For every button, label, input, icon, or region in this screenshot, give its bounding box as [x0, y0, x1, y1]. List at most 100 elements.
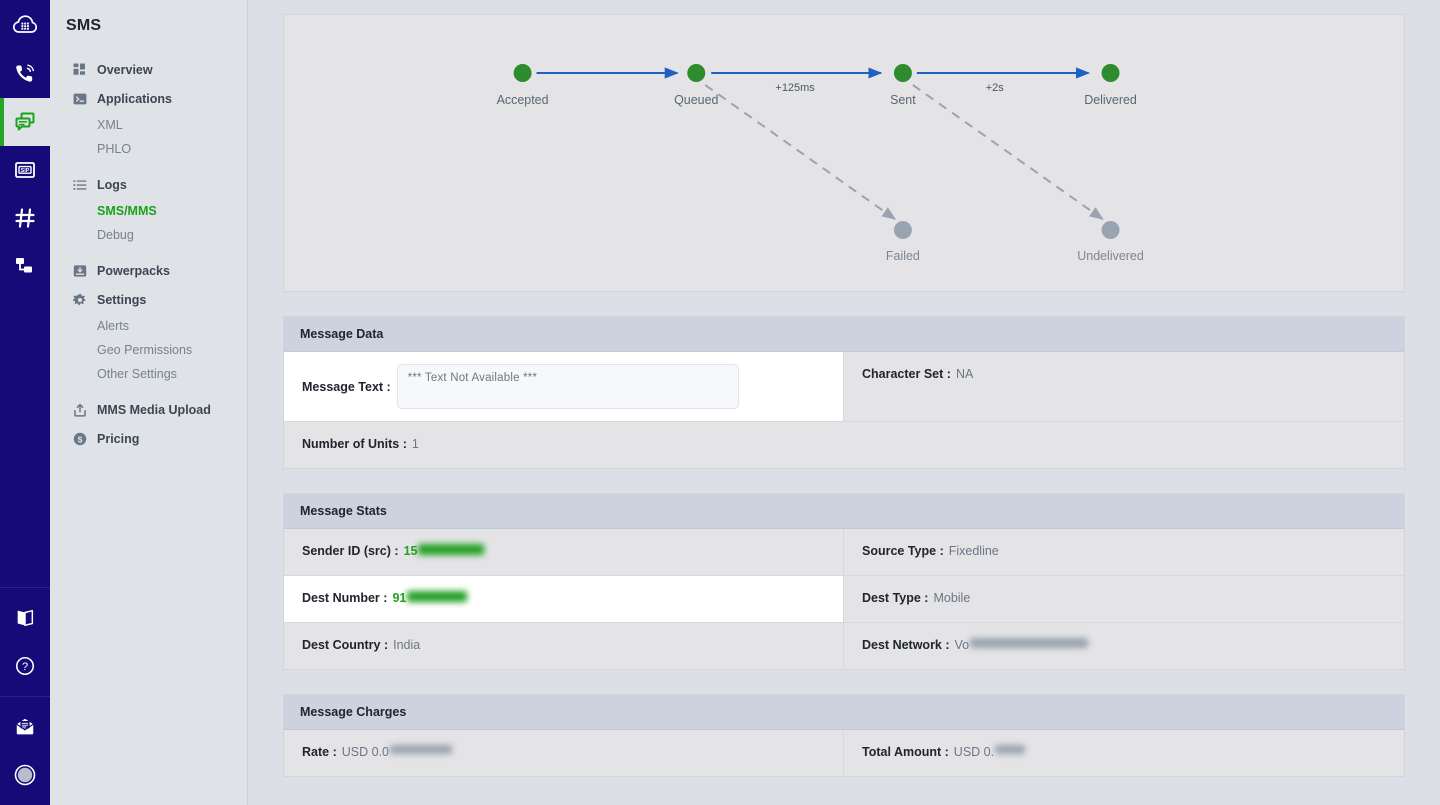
node-sent[interactable] — [893, 64, 912, 82]
number-of-units-value: 1 — [411, 437, 419, 451]
sidebar-subitem-geo-permissions[interactable]: Geo Permissions — [50, 338, 247, 362]
rail-item-voice[interactable] — [0, 50, 50, 98]
message-text-cell: Message Text : — [284, 352, 844, 421]
dest-network-redaction — [970, 638, 1089, 648]
message-charges-panel: Message Charges Rate : USD 0.0 Total Amo… — [283, 694, 1405, 777]
sidebar-subitem-alerts[interactable]: Alerts — [50, 314, 247, 338]
sender-id-cell: Sender ID (src) : 15 — [284, 529, 844, 575]
sender-id-value: 15 — [403, 544, 418, 558]
app-root: SIP ? SMS Overview Applications XML PHLO… — [0, 0, 1440, 805]
dest-network-cell: Dest Network : Vo — [844, 623, 1404, 669]
sip-trunk-icon: SIP — [13, 158, 37, 182]
rail-item-numbers[interactable] — [0, 194, 50, 242]
dest-number-value: 91 — [392, 591, 407, 605]
table-row: Message Text : Character Set : NA — [284, 352, 1404, 422]
node-delivered[interactable] — [1101, 64, 1120, 82]
dest-number-redaction — [407, 591, 468, 602]
rail-item-help[interactable]: ? — [0, 642, 50, 690]
node-failed[interactable] — [893, 221, 912, 239]
list-icon — [72, 177, 87, 192]
dest-type-value: Mobile — [933, 591, 971, 605]
sidebar-subitem-other-settings[interactable]: Other Settings — [50, 362, 247, 386]
invoice-envelope-icon — [14, 716, 36, 738]
sidebar-subitem-xml[interactable]: XML — [50, 113, 247, 137]
dest-number-cell: Dest Number : 91 — [284, 576, 844, 622]
sidebar-subitem-phlo[interactable]: PHLO — [50, 137, 247, 161]
node-undelivered[interactable] — [1101, 221, 1120, 239]
sidebar-item-settings[interactable]: Settings — [50, 285, 247, 314]
character-set-label: Character Set : — [862, 367, 951, 381]
rail-item-messaging[interactable] — [0, 98, 50, 146]
rail-item-network[interactable] — [0, 242, 50, 290]
message-stats-panel: Message Stats Sender ID (src) : 15 Sourc… — [283, 493, 1405, 670]
sidebar-item-powerpacks[interactable]: Powerpacks — [50, 256, 247, 285]
table-row: Rate : USD 0.0 Total Amount : USD 0. — [284, 730, 1404, 776]
sender-id-label: Sender ID (src) : — [302, 544, 399, 558]
source-type-value: Fixedline — [948, 544, 999, 558]
node-label-delivered: Delivered — [1084, 93, 1137, 107]
number-of-units-cell: Number of Units : 1 — [284, 422, 1404, 468]
source-type-label: Source Type : — [862, 544, 944, 558]
node-label-undelivered: Undelivered — [1077, 249, 1144, 263]
avatar-circle-icon — [13, 763, 37, 787]
rail-item-account[interactable] — [0, 751, 50, 799]
message-charges-header: Message Charges — [284, 695, 1404, 730]
sidebar-item-applications[interactable]: Applications — [50, 84, 247, 113]
sidebar-item-pricing[interactable]: $ Pricing — [50, 424, 247, 453]
sidebar-item-label: MMS Media Upload — [97, 402, 211, 417]
rail-item-sip[interactable]: SIP — [0, 146, 50, 194]
upload-icon — [72, 402, 87, 417]
character-set-cell: Character Set : NA — [844, 352, 1404, 421]
rail-divider-bottom — [0, 696, 50, 697]
sidebar-subitem-sms-mms[interactable]: SMS/MMS — [50, 199, 247, 223]
sidebar-title: SMS — [66, 17, 102, 34]
dest-number-label: Dest Number : — [302, 591, 388, 605]
node-accepted[interactable] — [513, 64, 532, 82]
sidebar-subitem-debug[interactable]: Debug — [50, 223, 247, 247]
flow-diagram: +125ms +2s Accepted Queued Sent Delivere… — [497, 64, 1144, 263]
terminal-icon — [72, 91, 87, 106]
message-text-label: Message Text : — [302, 379, 391, 394]
node-label-queued: Queued — [674, 93, 718, 107]
sidebar-item-mms-media-upload[interactable]: MMS Media Upload — [50, 395, 247, 424]
powerpack-icon — [72, 263, 87, 278]
rail-item-docs[interactable] — [0, 594, 50, 642]
sidebar-item-logs[interactable]: Logs — [50, 170, 247, 199]
dollar-circle-icon: $ — [72, 431, 87, 446]
sidebar-item-label: Pricing — [97, 431, 140, 446]
rail-item-billing[interactable] — [0, 703, 50, 751]
rail-top-group: SIP — [0, 0, 50, 290]
node-queued[interactable] — [687, 64, 706, 82]
hash-icon — [13, 206, 37, 230]
rate-cell: Rate : USD 0.0 — [284, 730, 844, 776]
message-text-input[interactable] — [396, 364, 739, 409]
phone-waves-icon — [13, 62, 37, 86]
total-amount-value: USD 0. — [953, 745, 995, 759]
table-row: Dest Number : 91 Dest Type : Mobile — [284, 576, 1404, 623]
number-of-units-label: Number of Units : — [302, 437, 407, 451]
node-label-failed: Failed — [886, 249, 920, 263]
dest-type-cell: Dest Type : Mobile — [844, 576, 1404, 622]
message-data-panel: Message Data Message Text : Character Se… — [283, 316, 1405, 469]
dest-network-label: Dest Network : — [862, 638, 950, 652]
rate-label: Rate : — [302, 745, 337, 759]
dest-country-value: India — [393, 638, 421, 652]
plivo-logo[interactable] — [0, 0, 50, 50]
svg-text:?: ? — [22, 661, 28, 673]
sidebar-item-overview[interactable]: Overview — [50, 55, 247, 84]
source-type-cell: Source Type : Fixedline — [844, 529, 1404, 575]
node-label-sent: Sent — [890, 93, 916, 107]
sidebar-item-label: Settings — [97, 292, 147, 307]
svg-text:SIP: SIP — [21, 168, 30, 174]
table-row: Number of Units : 1 — [284, 422, 1404, 468]
sidebar-item-label: Overview — [97, 62, 153, 77]
node-label-accepted: Accepted — [497, 93, 549, 107]
chat-bubbles-icon — [13, 110, 37, 134]
node-tree-icon — [13, 254, 37, 278]
message-status-flow: +125ms +2s Accepted Queued Sent Delivere… — [283, 14, 1405, 292]
dest-network-value: Vo — [954, 638, 970, 652]
rate-redaction — [389, 745, 452, 754]
